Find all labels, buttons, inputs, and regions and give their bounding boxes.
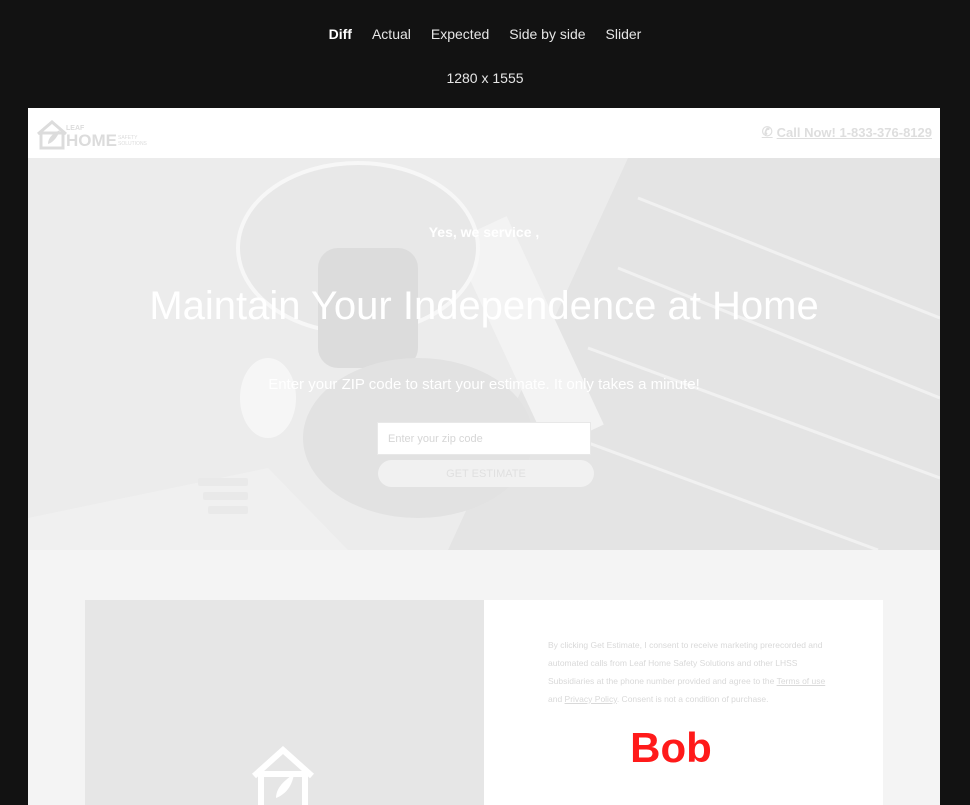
consent-text: By clicking Get Estimate, I consent to r… xyxy=(548,636,828,708)
service-area-text: Yes, we service , xyxy=(428,224,540,240)
overlay-name-label: Bob xyxy=(630,724,712,771)
hero-section: Yes, we service , Maintain Your Independ… xyxy=(28,158,940,550)
call-now-text: Call Now! 1-833-376-8129 xyxy=(776,124,932,140)
consent-panel: By clicking Get Estimate, I consent to r… xyxy=(484,600,883,805)
consent-and: and xyxy=(548,694,565,704)
consent-tail: . Consent is not a condition of purchase… xyxy=(616,694,769,704)
tab-side-by-side[interactable]: Side by side xyxy=(509,26,585,42)
image-dimensions: 1280 x 1555 xyxy=(446,70,524,86)
terms-of-use-link[interactable]: Terms of use xyxy=(777,676,826,686)
site-header: LEAF HOME SAFETY SOLUTIONS ✆ Call Now! 1… xyxy=(28,108,940,158)
hero-headline: Maintain Your Independence at Home xyxy=(149,284,819,328)
get-estimate-button[interactable]: GET ESTIMATE xyxy=(378,460,594,487)
privacy-policy-link[interactable]: Privacy Policy xyxy=(565,694,617,704)
screenshot-frame: LEAF HOME SAFETY SOLUTIONS ✆ Call Now! 1… xyxy=(28,108,940,805)
leaf-house-logo[interactable]: LEAF HOME SAFETY SOLUTIONS xyxy=(36,114,166,152)
tab-actual[interactable]: Actual xyxy=(372,26,411,42)
phone-icon: ✆ xyxy=(761,124,773,139)
hero-subheadline: Enter your ZIP code to start your estima… xyxy=(268,376,700,393)
viewer-tabs: Diff Actual Expected Side by side Slider xyxy=(0,26,970,42)
tab-expected[interactable]: Expected xyxy=(431,26,489,42)
house-icon xyxy=(251,746,315,805)
zip-code-input[interactable] xyxy=(377,422,591,455)
svg-text:HOME: HOME xyxy=(66,131,117,150)
stairlift-photo xyxy=(28,158,940,550)
call-now-link[interactable]: ✆ Call Now! 1-833-376-8129 xyxy=(762,124,932,140)
tab-diff[interactable]: Diff xyxy=(329,26,352,42)
tab-slider[interactable]: Slider xyxy=(606,26,642,42)
svg-text:SOLUTIONS: SOLUTIONS xyxy=(118,141,148,147)
